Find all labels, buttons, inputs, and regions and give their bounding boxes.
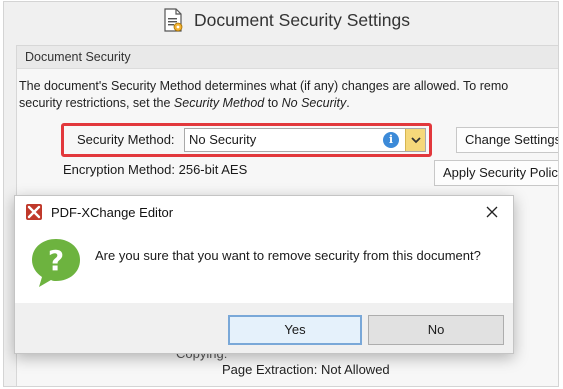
dialog-title-bar: PDF-XChange Editor xyxy=(15,196,513,228)
desc-text: to xyxy=(264,96,282,110)
page-extraction-row: Page Extraction: Not Allowed xyxy=(222,362,390,377)
security-method-select[interactable]: No Security i xyxy=(184,128,426,152)
desc-emphasis-no-security: No Security xyxy=(281,96,347,110)
no-button[interactable]: No xyxy=(368,315,504,345)
desc-text: . xyxy=(346,96,350,110)
close-icon[interactable] xyxy=(481,201,503,223)
svg-text:?: ? xyxy=(48,244,64,277)
desc-text: security restrictions, set the xyxy=(19,96,174,110)
group-header: Document Security xyxy=(17,46,558,69)
dialog-app-name: PDF-XChange Editor xyxy=(51,204,174,220)
desc-emphasis-security-method: Security Method xyxy=(173,96,265,110)
document-settings-icon xyxy=(164,8,183,32)
apply-security-policy-button[interactable]: Apply Security Policy xyxy=(434,160,558,186)
security-method-label: Security Method: xyxy=(77,132,175,147)
description-line-1: The document's Security Method determine… xyxy=(19,79,509,93)
dialog-body: ? Are you sure that you want to remove s… xyxy=(15,228,513,303)
dialog-message: Are you sure that you want to remove sec… xyxy=(95,248,481,263)
encryption-method-label: Encryption Method: 256-bit AES xyxy=(63,162,248,177)
pdf-xchange-icon xyxy=(26,204,42,220)
question-bubble-icon: ? xyxy=(32,239,80,287)
security-method-value: No Security xyxy=(189,132,257,147)
yes-button[interactable]: Yes xyxy=(228,315,362,345)
confirm-dialog: PDF-XChange Editor ? Are you sure that y… xyxy=(14,195,514,354)
window-title: Document Security Settings xyxy=(194,9,410,30)
security-settings-window: Document Security Settings Document Secu… xyxy=(3,1,559,387)
change-settings-button[interactable]: Change Settings xyxy=(456,127,558,153)
security-description: The document's Security Method determine… xyxy=(19,78,558,112)
chevron-down-icon[interactable] xyxy=(405,129,425,151)
description-line-2: security restrictions, set the Security … xyxy=(19,95,558,112)
info-icon[interactable]: i xyxy=(383,132,399,148)
title-bar: Document Security Settings xyxy=(4,2,558,38)
